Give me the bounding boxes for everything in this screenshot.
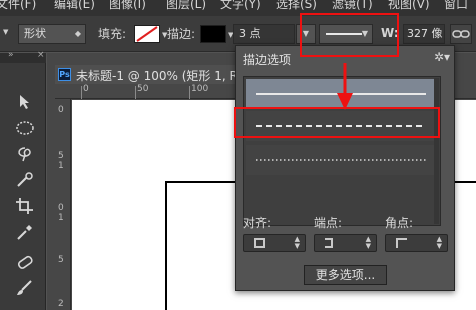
panel-title: 描边选项: [243, 53, 292, 67]
highlight-box: [234, 107, 440, 138]
toolbox: » ×: [0, 50, 46, 310]
align-label: 对齐:: [243, 216, 272, 230]
more-options-button[interactable]: 更多选项...: [304, 265, 387, 285]
close-icon[interactable]: ×: [37, 50, 45, 60]
corners-select[interactable]: ▲ ▼: [385, 234, 448, 252]
updown-icon: ◆: [74, 29, 81, 38]
menu-type[interactable]: 文字(Y): [220, 0, 261, 12]
ruler-tick: [189, 86, 190, 99]
fill-label: 填充:: [98, 27, 127, 41]
arrow-down-icon: [337, 63, 353, 110]
stroke-size-input[interactable]: 3 点: [233, 24, 295, 44]
ruler-label: 50: [137, 84, 149, 94]
menu-edit[interactable]: 编辑(E): [54, 0, 95, 12]
ruler-tick: [135, 86, 136, 99]
stroke-style-dotted[interactable]: [246, 145, 436, 175]
width-value: 327 像: [407, 27, 443, 40]
link-icon[interactable]: [450, 24, 472, 44]
menu-layer[interactable]: 图层(L): [166, 0, 206, 12]
updown-icon: ▲ ▼: [294, 235, 300, 250]
tool-preset-arrow-icon[interactable]: ▼: [3, 28, 8, 36]
ruler-label: 1: [58, 161, 64, 171]
toolbox-header: » ×: [0, 50, 46, 63]
no-fill-icon: [136, 26, 158, 42]
quick-selection-tool-icon[interactable]: [14, 171, 36, 191]
move-tool-icon[interactable]: [14, 93, 36, 113]
marquee-tool-icon[interactable]: [14, 119, 36, 139]
lasso-tool-icon[interactable]: [14, 145, 36, 165]
ruler-label: 100: [191, 84, 209, 94]
ruler-label: 2: [58, 299, 64, 309]
dotted-line-icon: [256, 159, 426, 161]
updown-icon: ▲ ▼: [436, 235, 442, 250]
align-inside-icon: [254, 238, 265, 248]
brush-tool-icon[interactable]: [14, 279, 36, 299]
menu-image[interactable]: 图像(I): [109, 0, 146, 12]
menu-file[interactable]: 文件(F): [0, 0, 36, 12]
document-tab-bar: Ps 未标题-1 @ 100% (矩形 1, RG: [55, 65, 255, 84]
fill-swatch[interactable]: [134, 25, 160, 43]
document-tab-title: 未标题-1 @ 100% (矩形 1, RG: [76, 69, 248, 83]
list-scrollbar[interactable]: [434, 78, 439, 224]
ps-file-icon: Ps: [58, 68, 71, 81]
caps-label: 端点:: [314, 216, 343, 230]
menu-bar: 文件(F) 编辑(E) 图像(I) 图层(L) 文字(Y) 选择(S) 滤镜(T…: [0, 0, 476, 16]
butt-cap-icon: [325, 238, 333, 248]
ruler-left[interactable]: 0 5 1 0 1 5 2: [55, 99, 71, 310]
stroke-label: 描边:: [167, 27, 196, 41]
gear-icon[interactable]: ✲▾: [434, 50, 450, 64]
updown-icon: ▲ ▼: [365, 235, 371, 250]
caps-select[interactable]: ▲ ▼: [314, 234, 377, 252]
stroke-swatch[interactable]: [200, 25, 226, 43]
ruler-tick: [81, 86, 82, 99]
align-select[interactable]: ▲ ▼: [243, 234, 306, 252]
highlight-box: [300, 13, 399, 57]
ruler-label: 0: [58, 203, 64, 213]
ruler-label: 1: [58, 213, 64, 223]
miter-join-icon: [396, 238, 407, 248]
mode-select[interactable]: 形状 ◆: [18, 24, 86, 44]
menu-filter[interactable]: 滤镜(T): [332, 0, 373, 12]
ruler-label: 0: [83, 84, 89, 94]
menu-window[interactable]: 窗口: [444, 0, 468, 12]
crop-tool-icon[interactable]: [14, 197, 36, 217]
menu-view[interactable]: 视图(V): [388, 0, 430, 12]
ruler-label: 5: [58, 255, 64, 265]
mode-value: 形状: [24, 27, 46, 40]
menu-select[interactable]: 选择(S): [276, 0, 317, 12]
eyedropper-tool-icon[interactable]: [14, 223, 36, 243]
stroke-size-value: 3 点: [239, 27, 261, 40]
ruler-label: 5: [58, 151, 64, 161]
corners-label: 角点:: [385, 216, 414, 230]
collapse-icon[interactable]: »: [8, 50, 14, 60]
document-tab[interactable]: Ps 未标题-1 @ 100% (矩形 1, RG: [55, 65, 255, 84]
width-input[interactable]: 327 像: [403, 24, 445, 44]
healing-brush-tool-icon[interactable]: [14, 253, 36, 273]
ruler-label: 0: [58, 105, 64, 115]
